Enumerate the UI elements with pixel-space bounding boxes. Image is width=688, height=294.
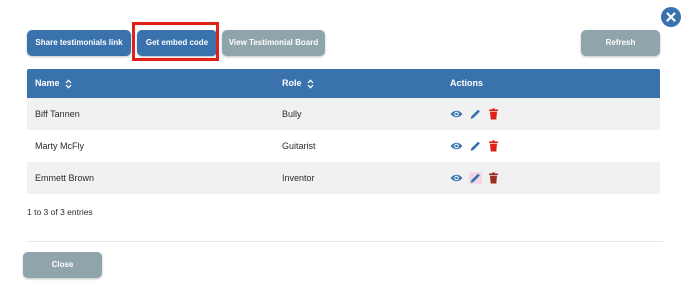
header-actions: Actions <box>450 78 484 88</box>
eye-icon[interactable] <box>450 108 463 120</box>
cell-name: Marty McFly <box>35 141 84 151</box>
toolbar: Share testimonials link Get embed code V… <box>0 0 688 61</box>
row-actions <box>450 108 503 120</box>
table-row: Emmett Brown Inventor <box>27 162 660 194</box>
cell-name: Emmett Brown <box>35 173 95 183</box>
eye-icon[interactable] <box>450 140 463 152</box>
sort-icon[interactable] <box>307 79 314 89</box>
cell-role: Bully <box>282 109 302 119</box>
get-embed-code-button[interactable]: Get embed code <box>137 30 217 56</box>
header-name-label: Name <box>35 78 60 88</box>
refresh-button[interactable]: Refresh <box>581 30 660 56</box>
testimonials-table: Name Role Actions Biff Tannen Bully Mart… <box>27 69 660 194</box>
close-button[interactable]: Close <box>23 252 102 278</box>
sort-icon[interactable] <box>65 79 72 89</box>
trash-icon[interactable] <box>487 108 500 120</box>
cell-role: Inventor <box>282 173 315 183</box>
header-role[interactable]: Role <box>282 69 314 98</box>
table-row: Biff Tannen Bully <box>27 98 660 130</box>
header-name[interactable]: Name <box>35 69 72 98</box>
share-testimonials-link-button[interactable]: Share testimonials link <box>27 30 131 56</box>
trash-icon[interactable] <box>487 140 500 152</box>
cell-name: Biff Tannen <box>35 109 80 119</box>
pencil-icon[interactable] <box>469 140 482 152</box>
row-actions <box>450 172 503 184</box>
header-role-label: Role <box>282 78 302 88</box>
divider <box>27 241 663 242</box>
cell-role: Guitarist <box>282 141 316 151</box>
eye-icon[interactable] <box>450 172 463 184</box>
trash-icon[interactable] <box>487 172 500 184</box>
table-row: Marty McFly Guitarist <box>27 130 660 162</box>
table-header: Name Role Actions <box>27 69 660 98</box>
view-testimonial-board-button[interactable]: View Testimonial Board <box>222 30 325 56</box>
pencil-icon[interactable] <box>468 172 482 184</box>
entries-info: 1 to 3 of 3 entries <box>27 207 93 217</box>
row-actions <box>450 140 503 152</box>
pencil-icon[interactable] <box>469 108 482 120</box>
